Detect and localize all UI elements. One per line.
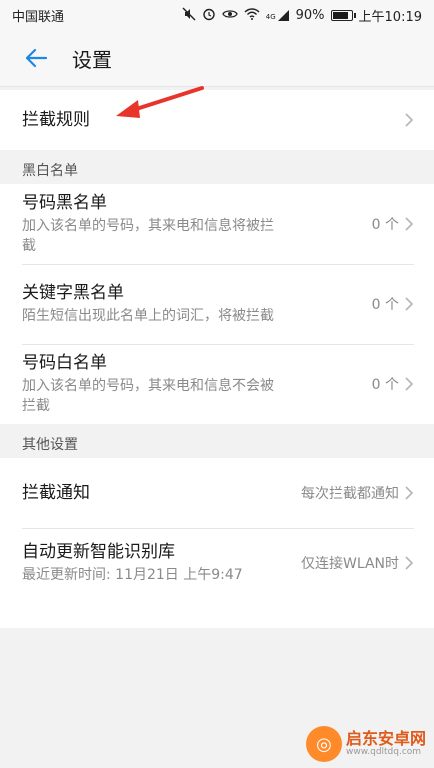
wifi-icon (244, 7, 260, 23)
eye-icon (222, 8, 238, 23)
list-row-desc: 加入该名单的号码，其来电和信息不会被拦截 (22, 378, 274, 414)
chevron-right-icon (405, 556, 414, 570)
update-value: 仅连接WLAN时 (300, 556, 399, 572)
page-title: 设置 (72, 47, 112, 72)
list-row-number-whitelist[interactable]: 号码白名单 加入该名单的号码，其来电和信息不会被拦截 0 个 (0, 344, 434, 424)
chevron-right-icon (405, 486, 414, 500)
alarm-icon (202, 7, 216, 24)
list-row-count: 0 个 (371, 217, 399, 233)
watermark-logo-icon: ◎ (305, 726, 342, 762)
carrier-label: 中国联通 (12, 9, 65, 25)
mute-icon (182, 7, 196, 24)
status-icons: 4G 90% 上午10:19 (182, 6, 422, 25)
watermark-main: 启东安卓网 (345, 729, 426, 749)
chevron-right-icon (405, 297, 414, 311)
update-row[interactable]: 自动更新智能识别库 最近更新时间: 11月21日 上午9:47 仅连接WLAN时 (0, 528, 434, 598)
update-desc: 最近更新时间: 11月21日 上午9:47 (22, 567, 243, 583)
status-bar: 中国联通 4G 90% 上午10:19 (0, 0, 434, 30)
update-title: 自动更新智能识别库 (22, 542, 175, 562)
list-row-desc: 加入该名单的号码，其来电和信息将被拦截 (22, 218, 274, 254)
notify-value: 每次拦截都通知 (301, 486, 399, 502)
chevron-right-icon (405, 377, 414, 391)
list-row-count: 0 个 (371, 297, 399, 313)
signal-icon: 4G (266, 9, 290, 21)
list-row-title: 关键字黑名单 (22, 283, 124, 303)
title-bar: 设置 (0, 30, 434, 87)
blackwhite-card: 号码黑名单 加入该名单的号码，其来电和信息将被拦截 0 个 关键字黑名单 陌生短… (0, 184, 434, 424)
list-row-title: 号码黑名单 (22, 193, 107, 213)
notify-title: 拦截通知 (22, 483, 90, 503)
battery-icon (330, 9, 356, 21)
notify-row[interactable]: 拦截通知 每次拦截都通知 (0, 458, 434, 528)
other-card: 拦截通知 每次拦截都通知 自动更新智能识别库 最近更新时间: 11月21日 上午… (0, 458, 434, 628)
list-row-desc: 陌生短信出现此名单上的词汇，将被拦截 (22, 308, 274, 324)
list-row-number-blacklist[interactable]: 号码黑名单 加入该名单的号码，其来电和信息将被拦截 0 个 (0, 184, 434, 264)
list-row-keyword-blacklist[interactable]: 关键字黑名单 陌生短信出现此名单上的词汇，将被拦截 0 个 (0, 264, 434, 344)
rule-row-label: 拦截规则 (22, 110, 90, 130)
rule-card: 拦截规则 (0, 90, 434, 150)
back-button[interactable] (0, 30, 72, 86)
watermark: ◎ 启东安卓网 www.qdltdq.com (305, 726, 426, 762)
arrow-left-icon (25, 48, 48, 68)
watermark-sub: www.qdltdq.com (345, 746, 422, 757)
list-row-count: 0 个 (371, 377, 399, 393)
rule-row[interactable]: 拦截规则 (0, 90, 434, 150)
battery-percent: 90% (295, 7, 325, 23)
list-row-title: 号码白名单 (22, 353, 107, 373)
chevron-right-icon (405, 113, 414, 127)
section-header-other: 其他设置 (22, 437, 78, 453)
section-header-blackwhite: 黑白名单 (22, 163, 78, 179)
chevron-right-icon (405, 217, 414, 231)
clock: 上午10:19 (358, 9, 422, 25)
